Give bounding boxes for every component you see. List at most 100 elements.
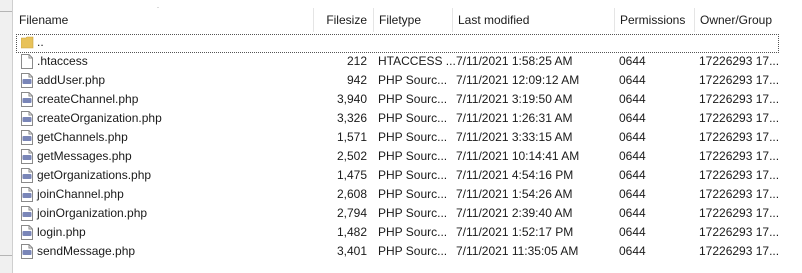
filetype-cell: HTACCESS ... xyxy=(378,54,455,68)
php-file-icon xyxy=(21,187,33,202)
blank-file-icon xyxy=(21,54,33,69)
column-header-filetype[interactable]: Filetype xyxy=(374,8,453,32)
permissions-cell: 0644 xyxy=(619,73,646,87)
php-file-icon xyxy=(21,225,33,240)
file-row[interactable]: .htaccess 212 HTACCESS ... 7/11/2021 1:5… xyxy=(14,52,802,71)
permissions-cell: 0644 xyxy=(619,54,646,68)
file-row[interactable]: joinChannel.php 2,608 PHP Sourc... 7/11/… xyxy=(14,185,802,204)
column-header-permissions[interactable]: Permissions xyxy=(615,8,695,32)
filename-cell: joinOrganization.php xyxy=(21,204,321,223)
parent-directory-name-cell: .. xyxy=(21,33,321,52)
last-modified-cell: 7/11/2021 3:33:15 AM xyxy=(456,130,573,144)
column-header-filesize[interactable]: Filesize xyxy=(314,8,374,32)
php-file-icon xyxy=(21,168,33,183)
last-modified-cell: 7/11/2021 12:09:12 AM xyxy=(456,73,580,87)
filetype-cell: PHP Sourc... xyxy=(378,225,448,239)
owner-group-cell: 17226293 17... xyxy=(699,54,780,68)
last-modified-cell: 7/11/2021 11:35:05 AM xyxy=(456,244,579,258)
permissions-cell: 0644 xyxy=(619,92,646,106)
filename-cell: login.php xyxy=(21,223,321,242)
filename-cell: createOrganization.php xyxy=(21,109,321,128)
filename-text: sendMessage.php xyxy=(37,244,136,258)
remote-file-list[interactable]: Filename Filesize Filetype Last modified… xyxy=(14,0,802,273)
left-pane-edge xyxy=(0,0,13,273)
file-row[interactable]: getChannels.php 1,571 PHP Sourc... 7/11/… xyxy=(14,128,802,147)
filetype-cell: PHP Sourc... xyxy=(378,149,448,163)
filename-text: getMessages.php xyxy=(37,149,132,163)
filetype-cell: PHP Sourc... xyxy=(378,168,448,182)
php-file-icon xyxy=(21,73,33,88)
filename-text: login.php xyxy=(37,225,86,239)
parent-directory-row[interactable]: .. xyxy=(14,33,802,53)
filesize-cell: 3,401 xyxy=(336,244,367,258)
owner-group-cell: 17226293 17... xyxy=(699,73,780,87)
permissions-cell: 0644 xyxy=(619,244,646,258)
php-file-icon xyxy=(21,130,33,145)
filesize-cell: 1,571 xyxy=(336,130,367,144)
file-row[interactable]: login.php 1,482 PHP Sourc... 7/11/2021 1… xyxy=(14,223,802,242)
permissions-cell: 0644 xyxy=(619,168,646,182)
filesize-cell: 1,482 xyxy=(336,225,367,239)
php-file-icon xyxy=(21,92,33,107)
parent-directory-label: .. xyxy=(37,35,44,49)
permissions-cell: 0644 xyxy=(619,111,646,125)
filename-cell: getOrganizations.php xyxy=(21,166,321,185)
filesize-cell: 2,794 xyxy=(336,206,367,220)
php-file-icon xyxy=(21,149,33,164)
filetype-cell: PHP Sourc... xyxy=(378,244,448,258)
owner-group-cell: 17226293 17... xyxy=(699,130,780,144)
column-header-owner-group[interactable]: Owner/Group xyxy=(695,8,802,32)
last-modified-cell: 7/11/2021 1:26:31 AM xyxy=(456,111,573,125)
owner-group-cell: 17226293 17... xyxy=(699,225,780,239)
php-file-icon xyxy=(21,111,33,126)
filetype-cell: PHP Sourc... xyxy=(378,187,448,201)
file-row[interactable]: createChannel.php 3,940 PHP Sourc... 7/1… xyxy=(14,90,802,109)
column-header-last-modified[interactable]: Last modified xyxy=(453,8,615,32)
filename-cell: getMessages.php xyxy=(21,147,321,166)
filesize-cell: 942 xyxy=(346,73,367,87)
filename-cell: .htaccess xyxy=(21,52,321,71)
owner-group-cell: 17226293 17... xyxy=(699,244,780,258)
owner-group-cell: 17226293 17... xyxy=(699,149,780,163)
column-header-bar: Filename Filesize Filetype Last modified… xyxy=(14,8,802,32)
filename-cell: sendMessage.php xyxy=(21,242,321,261)
filename-text: getOrganizations.php xyxy=(37,168,152,182)
php-file-icon xyxy=(21,244,33,259)
file-row[interactable]: joinOrganization.php 2,794 PHP Sourc... … xyxy=(14,204,802,223)
filesize-cell: 3,940 xyxy=(336,92,367,106)
filesize-cell: 2,502 xyxy=(336,149,367,163)
last-modified-cell: 7/11/2021 10:14:41 AM xyxy=(456,149,580,163)
file-row[interactable]: addUser.php 942 PHP Sourc... 7/11/2021 1… xyxy=(14,71,802,90)
filename-cell: getChannels.php xyxy=(21,128,321,147)
file-rows: .. .htaccess 212 HTACCESS ... 7/11/2021 … xyxy=(14,33,802,261)
filetype-cell: PHP Sourc... xyxy=(378,92,448,106)
last-modified-cell: 7/11/2021 1:54:26 AM xyxy=(456,187,573,201)
last-modified-cell: 7/11/2021 1:58:25 AM xyxy=(456,54,573,68)
file-row[interactable]: getMessages.php 2,502 PHP Sourc... 7/11/… xyxy=(14,147,802,166)
filesize-cell: 1,475 xyxy=(336,168,367,182)
permissions-cell: 0644 xyxy=(619,149,646,163)
filesize-cell: 3,326 xyxy=(336,111,367,125)
filename-text: createChannel.php xyxy=(37,92,139,106)
pane-corner xyxy=(0,0,12,12)
file-row[interactable]: createOrganization.php 3,326 PHP Sourc..… xyxy=(14,109,802,128)
filesize-cell: 2,608 xyxy=(336,187,367,201)
owner-group-cell: 17226293 17... xyxy=(699,187,780,201)
pane-divider xyxy=(0,255,12,256)
file-row[interactable]: getOrganizations.php 1,475 PHP Sourc... … xyxy=(14,166,802,185)
filename-cell: joinChannel.php xyxy=(21,185,321,204)
last-modified-cell: 7/11/2021 1:52:17 PM xyxy=(456,225,574,239)
last-modified-cell: 7/11/2021 2:39:40 AM xyxy=(456,206,573,220)
column-header-filename[interactable]: Filename xyxy=(14,8,314,32)
last-modified-cell: 7/11/2021 3:19:50 AM xyxy=(456,92,573,106)
folder-icon xyxy=(21,35,34,50)
permissions-cell: 0644 xyxy=(619,187,646,201)
filename-text: getChannels.php xyxy=(37,130,128,144)
filename-text: createOrganization.php xyxy=(37,111,162,125)
permissions-cell: 0644 xyxy=(619,130,646,144)
filetype-cell: PHP Sourc... xyxy=(378,130,448,144)
owner-group-cell: 17226293 17... xyxy=(699,92,780,106)
file-row[interactable]: sendMessage.php 3,401 PHP Sourc... 7/11/… xyxy=(14,242,802,261)
filesize-cell: 212 xyxy=(346,54,367,68)
filename-cell: createChannel.php xyxy=(21,90,321,109)
